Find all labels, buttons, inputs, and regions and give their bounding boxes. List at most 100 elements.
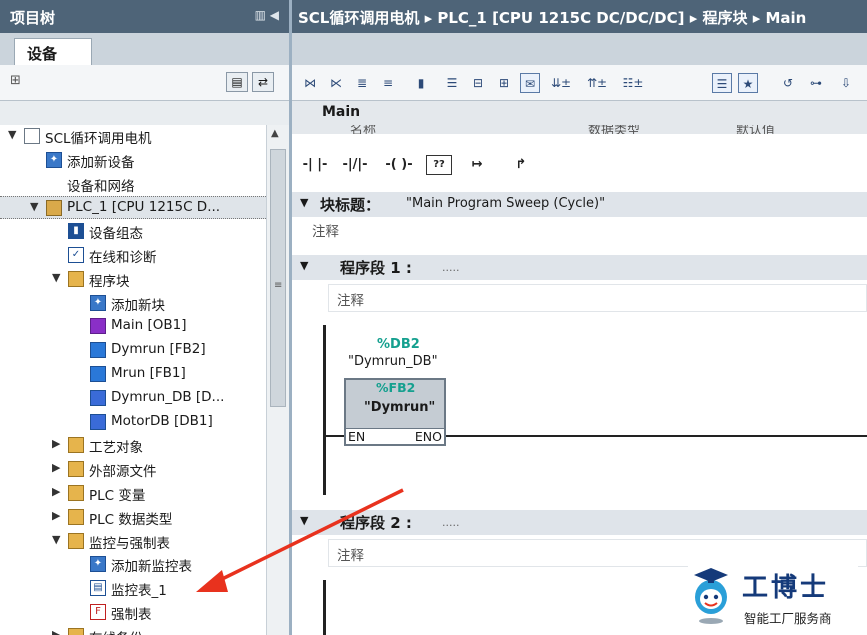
collapsed-arrow-icon[interactable]: ▶	[52, 628, 64, 635]
tree-item-label: 添加新监控表	[111, 559, 192, 576]
comments-icon[interactable]: ✉	[520, 73, 540, 93]
tree-item[interactable]: MotorDB [DB1]	[0, 411, 266, 434]
network-1-header[interactable]: ▼ 程序段 1 : .....	[292, 255, 867, 280]
fb-call-box[interactable]: %FB2 "Dymrun" EN ENO	[344, 378, 446, 446]
collapse-icon[interactable]: ⊞	[494, 73, 514, 93]
favorites-icon[interactable]: ☷±	[618, 73, 648, 93]
align-icon[interactable]: ☰	[442, 73, 462, 93]
coil-icon[interactable]: -( )-	[380, 154, 418, 176]
scroll-thumb[interactable]: ≡	[270, 149, 286, 407]
pin-eno[interactable]: ENO	[415, 429, 442, 444]
tree-item[interactable]: ✓ 在线和诊断	[0, 244, 266, 267]
tree-item[interactable]: ▮ 设备组态	[0, 220, 266, 243]
expanded-arrow-icon[interactable]: ▼	[30, 200, 42, 213]
tree-item[interactable]: ✦ 添加新监控表	[0, 553, 266, 576]
network-1-comment-box[interactable]: 注释	[328, 284, 867, 312]
block-name: Main	[322, 104, 361, 120]
collapsed-arrow-icon[interactable]: ▶	[52, 461, 64, 474]
expanded-arrow-icon[interactable]: ▼	[52, 271, 64, 284]
collapse-network-1-icon[interactable]: ▼	[300, 259, 308, 272]
symbol-icon[interactable]: ⇈±	[582, 73, 612, 93]
block-interface-icon[interactable]: ▮	[412, 73, 430, 93]
column-name: 名称	[350, 125, 377, 134]
empty-box-icon[interactable]: ??	[426, 155, 452, 175]
fb-icon	[90, 366, 106, 382]
tree-item-label: 添加新设备	[67, 154, 135, 171]
interface-columns: 名称 数据类型 默认值	[292, 125, 867, 134]
db-icon	[90, 389, 106, 406]
monitor-icon[interactable]: ↺	[778, 73, 798, 93]
expanded-arrow-icon[interactable]: ▼	[52, 533, 64, 546]
watermark-subtitle: 智能工厂服务商	[744, 611, 832, 626]
scroll-grip-icon: ≡	[274, 280, 283, 291]
no-contact-icon[interactable]: -| |-	[298, 154, 332, 176]
scroll-up-icon[interactable]: ▲	[271, 128, 279, 139]
watch-table-icon: ▤	[90, 580, 106, 597]
block-title-value[interactable]: "Main Program Sweep (Cycle)"	[406, 196, 605, 211]
open-branch-icon[interactable]: ↦	[462, 154, 492, 176]
insert-row-icon[interactable]: ≣	[352, 73, 372, 93]
overview-button[interactable]: ⇄	[252, 72, 274, 92]
tree-item[interactable]: ✦ 添加新设备	[0, 149, 266, 172]
network-2-comment: 注释	[337, 548, 364, 564]
expanded-arrow-icon[interactable]: ▼	[8, 128, 20, 141]
tree-scrollbar[interactable]: ▲ ≡	[266, 125, 289, 635]
instance-db-address[interactable]: %DB2	[377, 337, 420, 352]
tree-item[interactable]: ▤ 监控表_1	[0, 577, 266, 600]
star-icon[interactable]: ★	[738, 73, 758, 93]
network-2-title[interactable]: .....	[442, 516, 459, 529]
pin-en[interactable]: EN	[348, 429, 365, 444]
add-device-icon: ✦	[46, 151, 62, 168]
tab-devices[interactable]: 设备	[14, 38, 92, 66]
collapse-title-icon[interactable]: ▼	[300, 196, 308, 209]
list-icon[interactable]: ☰	[712, 73, 732, 93]
network-2-header[interactable]: ▼ 程序段 2 : .....	[292, 510, 867, 535]
block-title-label: 块标题：	[320, 196, 381, 214]
add-block-icon: ✦	[90, 294, 106, 311]
fb-name: "Dymrun"	[364, 400, 436, 415]
nc-contact-icon[interactable]: -|/|-	[336, 154, 374, 176]
tree-item[interactable]: ▼ 监控与强制表	[0, 530, 266, 553]
network-1-title[interactable]: .....	[442, 261, 459, 274]
tree-item[interactable]: ▼ PLC_1 [CPU 1215C D...	[0, 196, 266, 220]
panel-controls[interactable]: ▥ ◀	[255, 8, 279, 22]
block-title-row[interactable]: ▼ 块标题： "Main Program Sweep (Cycle)"	[292, 192, 867, 217]
insert-network-icon[interactable]: ⋈	[300, 73, 320, 93]
address-icon[interactable]: ⇊±	[546, 73, 576, 93]
tree-item[interactable]: Main [OB1]	[0, 315, 266, 338]
collapsed-arrow-icon[interactable]: ▶	[52, 437, 64, 450]
tree-item[interactable]: ✦ 添加新块	[0, 292, 266, 315]
tree-item-label: 监控与强制表	[89, 535, 170, 552]
details-view-button[interactable]: ▤	[226, 72, 248, 92]
collapsed-arrow-icon[interactable]: ▶	[52, 485, 64, 498]
glasses-icon[interactable]: ⊶	[804, 73, 828, 93]
column-default: 默认值	[736, 125, 776, 134]
delete-row-icon[interactable]: ≡	[378, 73, 398, 93]
add-watch-icon: ✦	[90, 556, 106, 573]
collapse-network-2-icon[interactable]: ▼	[300, 514, 308, 527]
close-branch-icon[interactable]: ↱	[506, 154, 536, 176]
tree-item[interactable]: ▶ 工艺对象	[0, 434, 266, 457]
tree-item[interactable]: ▼ SCL循环调用电机	[0, 125, 266, 148]
tree-item[interactable]: F 强制表	[0, 601, 266, 624]
tree-item[interactable]: ▶ PLC 数据类型	[0, 506, 266, 529]
collapsed-arrow-icon[interactable]: ▶	[52, 509, 64, 522]
delete-network-icon[interactable]: ⋉	[326, 73, 346, 93]
tree-item[interactable]: ▶ 外部源文件	[0, 458, 266, 481]
tree-item[interactable]: Mrun [FB1]	[0, 363, 266, 386]
block-comment[interactable]: 注释	[312, 220, 339, 240]
instance-db-name[interactable]: "Dymrun_DB"	[348, 354, 438, 369]
download-icon[interactable]: ⇩	[834, 73, 858, 93]
folder-icon	[68, 627, 84, 635]
tree-item[interactable]: ▶ PLC 变量	[0, 482, 266, 505]
tree-view-icon[interactable]: ⊞	[10, 73, 21, 88]
robot-mascot-icon	[694, 568, 728, 624]
tree-item[interactable]: ▶ 在线备份	[0, 625, 266, 635]
tree-item[interactable]: ▼ 程序块	[0, 268, 266, 291]
expand-icon[interactable]: ⊟	[468, 73, 488, 93]
network-icon: ♣	[46, 175, 62, 192]
tree-item[interactable]: ♣ 设备和网络	[0, 173, 266, 196]
fb-icon	[90, 342, 106, 359]
tree-item[interactable]: Dymrun [FB2]	[0, 339, 266, 362]
tree-item[interactable]: Dymrun_DB [D...	[0, 387, 266, 410]
